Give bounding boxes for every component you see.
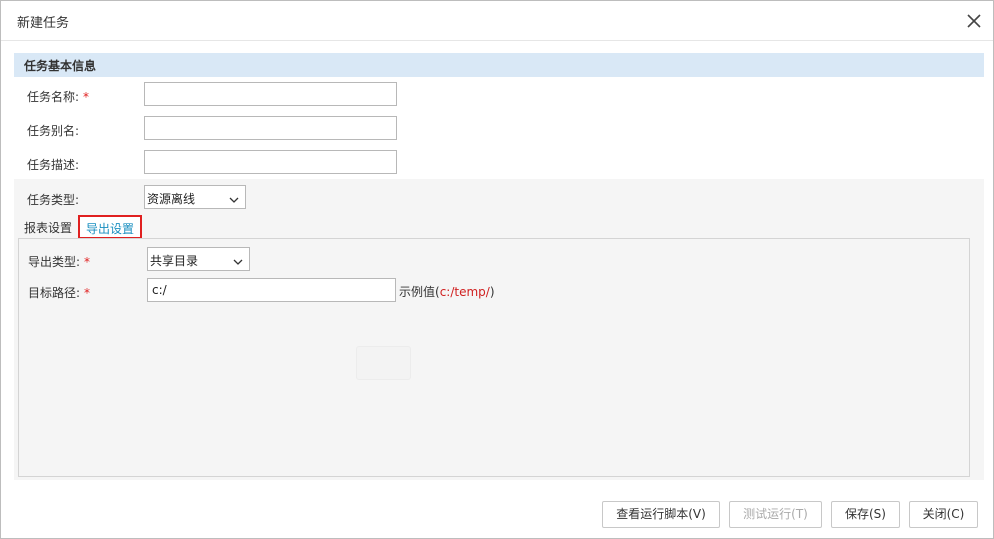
target-path-label: 目标路径: * (28, 284, 90, 301)
hint-suffix: ) (489, 285, 495, 299)
target-path-label-text: 目标路径: (28, 286, 81, 300)
hint-example: c:/temp/ (439, 285, 490, 299)
export-settings-panel (18, 238, 970, 477)
close-icon[interactable] (963, 10, 985, 32)
required-marker: * (84, 255, 91, 269)
faint-placeholder-box (356, 346, 411, 380)
target-path-input[interactable] (147, 278, 396, 302)
view-script-button[interactable]: 查看运行脚本(V) (602, 501, 720, 528)
target-path-hint: 示例值(c:/temp/) (399, 283, 495, 300)
task-name-label-text: 任务名称: (27, 90, 80, 104)
section-header: 任务基本信息 (14, 53, 984, 77)
task-desc-input[interactable] (144, 150, 397, 174)
task-alias-input[interactable] (144, 116, 397, 140)
tab-export-settings[interactable]: 导出设置 (78, 215, 143, 239)
required-marker: * (84, 286, 91, 300)
new-task-dialog: 新建任务 任务基本信息 任务名称: * 任务别名: 任务描述: 任务类型: 资源离… (0, 0, 994, 539)
task-desc-label: 任务描述: (27, 158, 80, 172)
test-run-button[interactable]: 测试运行(T) (729, 501, 822, 528)
save-button[interactable]: 保存(S) (831, 501, 900, 528)
tab-report-settings[interactable]: 报表设置 (24, 219, 72, 236)
task-type-select[interactable]: 资源离线 (144, 185, 246, 209)
export-type-select[interactable]: 共享目录 (147, 247, 250, 271)
dialog-titlebar: 新建任务 (1, 1, 993, 41)
section-title: 任务基本信息 (24, 59, 97, 73)
task-name-label: 任务名称: * (27, 88, 89, 105)
task-type-label: 任务类型: (27, 193, 80, 207)
export-type-value: 共享目录 (150, 254, 199, 268)
task-name-input[interactable] (144, 82, 397, 106)
chevron-down-icon (233, 255, 243, 265)
export-type-label-text: 导出类型: (28, 255, 81, 269)
close-button[interactable]: 关闭(C) (909, 501, 978, 528)
export-type-label: 导出类型: * (28, 253, 90, 270)
chevron-down-icon (229, 193, 239, 203)
task-type-value: 资源离线 (147, 192, 196, 206)
required-marker: * (83, 90, 90, 104)
dialog-title: 新建任务 (17, 16, 70, 31)
hint-prefix: 示例值( (399, 285, 440, 299)
task-alias-label: 任务别名: (27, 124, 80, 138)
